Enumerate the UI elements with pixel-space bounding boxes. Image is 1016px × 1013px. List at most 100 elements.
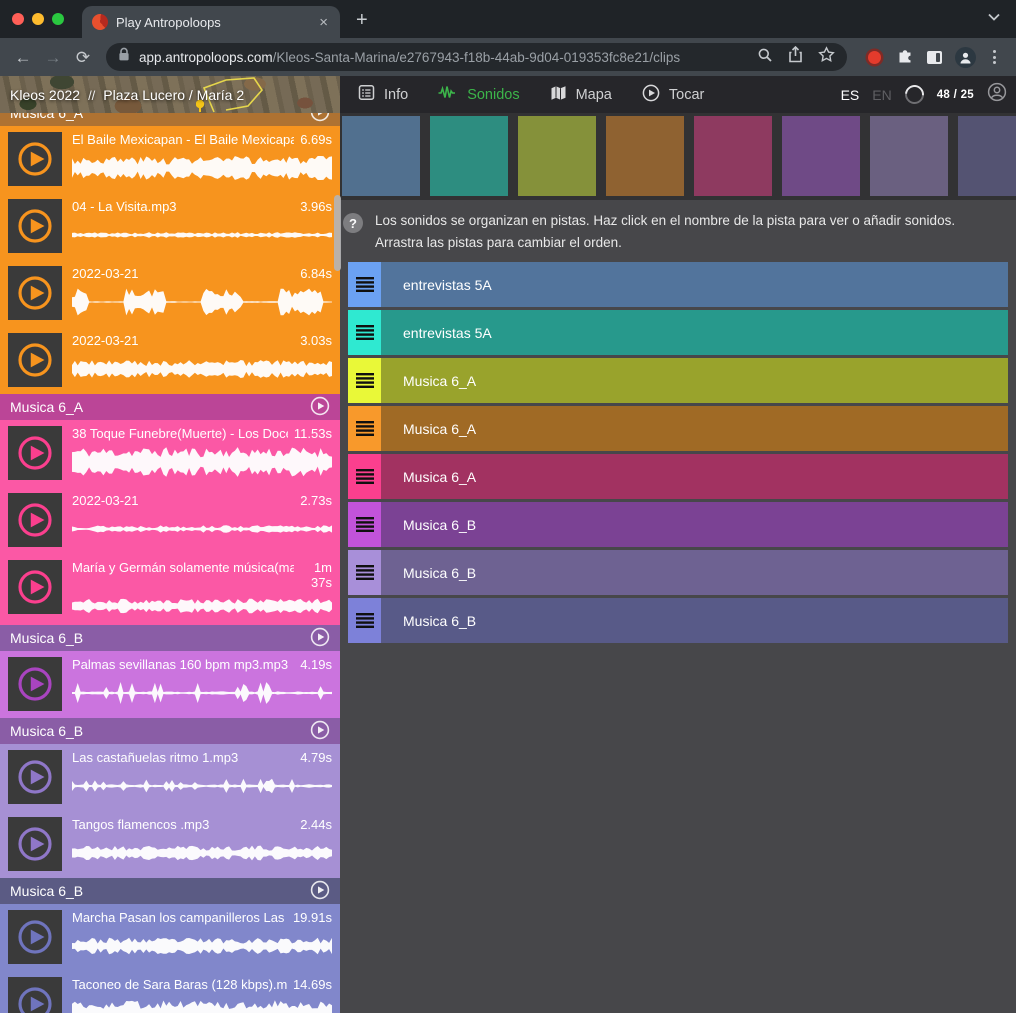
track-name[interactable]: Musica 6_A (381, 454, 1008, 499)
clip-meta: 38 Toque Funebre(Muerte) - Los Doce Par.… (72, 426, 332, 442)
track-drag-handle[interactable] (348, 502, 381, 547)
zoom-magnifier-icon[interactable] (757, 47, 773, 68)
track-row[interactable]: Musica 6_B (348, 502, 1008, 547)
clip-body: 04 - La Visita.mp3 3.96s (72, 199, 332, 253)
project-banner-photo[interactable]: Kleos 2022 // Plaza Lucero / María 2 (0, 76, 340, 113)
browser-profile-avatar[interactable] (955, 47, 976, 68)
lang-en-button[interactable]: EN (872, 87, 891, 103)
tab-close-icon[interactable]: × (317, 15, 330, 30)
clip-play-button[interactable] (8, 266, 62, 320)
clip-play-button[interactable] (8, 199, 62, 253)
address-bar-icons (757, 46, 835, 68)
timeline-track-swatch (342, 116, 420, 196)
help-text: Los sonidos se organizan en pistas. Haz … (375, 210, 1002, 253)
section-header[interactable]: Musica 6_B (0, 625, 340, 651)
clip-name: 38 Toque Funebre(Muerte) - Los Doce Par.… (72, 426, 288, 442)
track-row[interactable]: Musica 6_B (348, 598, 1008, 643)
section-header[interactable]: Musica 6_B (0, 878, 340, 904)
back-button[interactable]: ← (10, 49, 36, 66)
bookmark-star-icon[interactable] (818, 46, 835, 68)
clip-play-button[interactable] (8, 493, 62, 547)
section-expand-icon[interactable] (310, 880, 330, 903)
section-header[interactable]: Musica 6_A (0, 394, 340, 420)
url-path: /Kleos-Santa-Marina/e2767943-f18b-44ab-9… (273, 50, 681, 65)
audio-clip: 2022-03-21 3.03s (0, 327, 340, 394)
zoom-window-button[interactable] (52, 13, 64, 25)
clip-play-button[interactable] (8, 560, 62, 614)
track-row[interactable]: Musica 6_A (348, 454, 1008, 499)
track-row[interactable]: Musica 6_A (348, 406, 1008, 451)
track-name[interactable]: Musica 6_A (381, 358, 1008, 403)
close-window-button[interactable] (12, 13, 24, 25)
address-bar[interactable]: app.antropoloops.com/Kleos-Santa-Marina/… (106, 43, 847, 71)
extensions-puzzle-icon[interactable] (897, 46, 914, 68)
clip-body: Tangos flamencos .mp3 2.44s (72, 817, 332, 871)
clip-section: Musica 6_A El Baile Mexicapan - El Baile… (0, 113, 340, 394)
tab-search-chevron-icon[interactable] (988, 8, 1000, 26)
track-row[interactable]: Musica 6_A (348, 358, 1008, 403)
clip-duration: 2.73s (300, 493, 332, 509)
clip-name: María y Germán solamente música(maría 2.… (72, 560, 294, 590)
reload-button[interactable]: ⟳ (70, 49, 96, 66)
track-name[interactable]: Musica 6_A (381, 406, 1008, 451)
track-drag-handle[interactable] (348, 598, 381, 643)
share-icon[interactable] (788, 46, 803, 68)
clip-play-button[interactable] (8, 657, 62, 711)
clip-duration: 2.44s (300, 817, 332, 833)
clip-play-button[interactable] (8, 977, 62, 1013)
tab-mapa[interactable]: Mapa (550, 85, 612, 105)
clip-waveform (72, 837, 332, 869)
track-drag-handle[interactable] (348, 358, 381, 403)
track-row[interactable]: entrevistas 5A (348, 310, 1008, 355)
section-expand-icon[interactable] (310, 113, 330, 125)
clip-meta: 2022-03-21 6.84s (72, 266, 332, 282)
browser-menu-icon[interactable] (989, 50, 1000, 64)
browser-tab[interactable]: Play Antropoloops × (82, 6, 340, 38)
clip-body: Las castañuelas ritmo 1.mp3 4.79s (72, 750, 332, 804)
track-row[interactable]: entrevistas 5A (348, 262, 1008, 307)
clip-play-button[interactable] (8, 910, 62, 964)
recording-indicator-icon[interactable] (868, 51, 881, 64)
account-icon[interactable] (987, 82, 1007, 107)
clip-play-button[interactable] (8, 750, 62, 804)
section-header[interactable]: Musica 6_B (0, 718, 340, 744)
section-expand-icon[interactable] (310, 396, 330, 419)
clip-play-button[interactable] (8, 817, 62, 871)
clip-play-button[interactable] (8, 426, 62, 480)
section-header[interactable]: Musica 6_A (0, 113, 340, 126)
clip-duration: 1m 37s (300, 560, 332, 590)
new-tab-button[interactable]: + (356, 10, 368, 30)
lang-es-button[interactable]: ES (841, 87, 860, 103)
track-name[interactable]: entrevistas 5A (381, 262, 1008, 307)
clip-meta: Taconeo de Sara Baras (128 kbps).mp3 14.… (72, 977, 332, 993)
track-drag-handle[interactable] (348, 454, 381, 499)
clip-name: 2022-03-21 (72, 493, 139, 509)
tab-tocar[interactable]: Tocar (642, 84, 704, 106)
track-drag-handle[interactable] (348, 310, 381, 355)
track-drag-handle[interactable] (348, 262, 381, 307)
section-expand-icon[interactable] (310, 627, 330, 650)
clip-play-button[interactable] (8, 132, 62, 186)
track-row[interactable]: Musica 6_B (348, 550, 1008, 595)
section-label: Musica 6_A (10, 113, 310, 121)
sidebar-scrollbar-thumb[interactable] (334, 195, 341, 271)
track-name[interactable]: entrevistas 5A (381, 310, 1008, 355)
project-name[interactable]: Kleos 2022 (10, 87, 80, 103)
tab-info[interactable]: Info (358, 84, 408, 105)
track-name[interactable]: Musica 6_B (381, 550, 1008, 595)
track-name[interactable]: Musica 6_B (381, 502, 1008, 547)
track-drag-handle[interactable] (348, 550, 381, 595)
clip-duration: 19.91s (293, 910, 332, 926)
minimize-window-button[interactable] (32, 13, 44, 25)
forward-button[interactable]: → (40, 49, 66, 66)
lock-icon[interactable] (118, 47, 130, 67)
clip-play-button[interactable] (8, 333, 62, 387)
audio-clip: 2022-03-21 2.73s (0, 487, 340, 554)
section-expand-icon[interactable] (310, 720, 330, 743)
track-drag-handle[interactable] (348, 406, 381, 451)
clip-duration: 3.03s (300, 333, 332, 349)
clip-waveform (72, 997, 332, 1013)
track-name[interactable]: Musica 6_B (381, 598, 1008, 643)
side-panel-icon[interactable] (927, 51, 942, 64)
tab-sonidos[interactable]: Sonidos (438, 85, 519, 105)
